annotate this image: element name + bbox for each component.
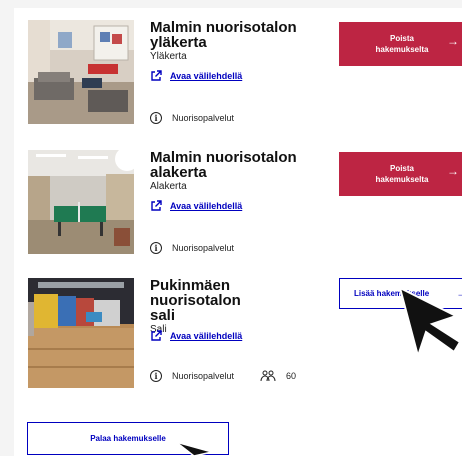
space-title-line: Malmin nuorisotalon (150, 19, 297, 36)
provider-label: Nuorisopalvelut (172, 243, 235, 253)
back-button-label: Palaa hakemukselle (90, 434, 166, 443)
open-in-tab-link[interactable]: Avaa välilehdellä (150, 200, 242, 212)
capacity: 60 (260, 370, 296, 382)
arrow-right-icon: → (447, 164, 459, 178)
space-card: Malmin nuorisotalon yläkerta Yläkerta Av… (14, 20, 462, 130)
info-icon: i (150, 112, 162, 124)
remove-button-label: Poista hakemukselta (375, 164, 429, 184)
space-subtitle: Alakerta (150, 181, 187, 192)
space-title: Malmin nuorisotalon alakerta (150, 150, 310, 180)
space-card: Pukinmäen nuorisotalon sali Sali Avaa vä… (14, 278, 462, 390)
space-meta: i Nuorisopalvelut (150, 112, 234, 124)
space-meta: i Nuorisopalvelut (150, 242, 234, 254)
mouse-cursor-icon (175, 441, 213, 456)
remove-button-label: Poista hakemukselta (375, 34, 429, 54)
space-title-line: Malmin nuorisotalon (150, 149, 297, 166)
space-photo-downstairs (28, 150, 134, 254)
space-photo-hall (28, 278, 134, 388)
space-image[interactable] (28, 278, 134, 388)
open-in-tab-label: Avaa välilehdellä (170, 331, 243, 341)
remove-from-application-button[interactable]: Poista hakemukselta → (339, 22, 462, 66)
info-icon: i (150, 370, 162, 382)
space-subtitle: Yläkerta (150, 51, 187, 62)
provider-label: Nuorisopalvelut (172, 371, 235, 381)
external-link-icon (151, 200, 162, 211)
external-link-icon (151, 330, 162, 341)
open-in-tab-label: Avaa välilehdellä (170, 201, 243, 211)
space-title-line: Pukinmäen nuorisotalon (150, 277, 241, 309)
arrow-right-icon: → (447, 34, 459, 48)
provider-label: Nuorisopalvelut (172, 113, 235, 123)
space-title: Pukinmäen nuorisotalon sali (150, 278, 310, 323)
space-image[interactable] (28, 20, 134, 124)
capacity-value: 60 (286, 371, 297, 381)
space-title: Malmin nuorisotalon yläkerta (150, 20, 310, 50)
space-title-line: yläkerta (150, 34, 207, 51)
space-title-line: alakerta (150, 164, 207, 181)
remove-from-application-button[interactable]: Poista hakemukselta → (339, 152, 462, 196)
space-card: Malmin nuorisotalon alakerta Alakerta Av… (14, 150, 462, 260)
open-in-tab-link[interactable]: Avaa välilehdellä (150, 330, 242, 342)
external-link-icon (151, 70, 162, 81)
space-photo-upstairs (28, 20, 134, 124)
open-in-tab-label: Avaa välilehdellä (170, 71, 243, 81)
space-title-line: sali (150, 307, 176, 324)
info-icon: i (150, 242, 162, 254)
open-in-tab-link[interactable]: Avaa välilehdellä (150, 70, 242, 82)
space-image[interactable] (28, 150, 134, 254)
people-icon (260, 370, 276, 382)
mouse-cursor-icon (398, 286, 462, 358)
space-meta: i Nuorisopalvelut 60 (150, 370, 296, 382)
